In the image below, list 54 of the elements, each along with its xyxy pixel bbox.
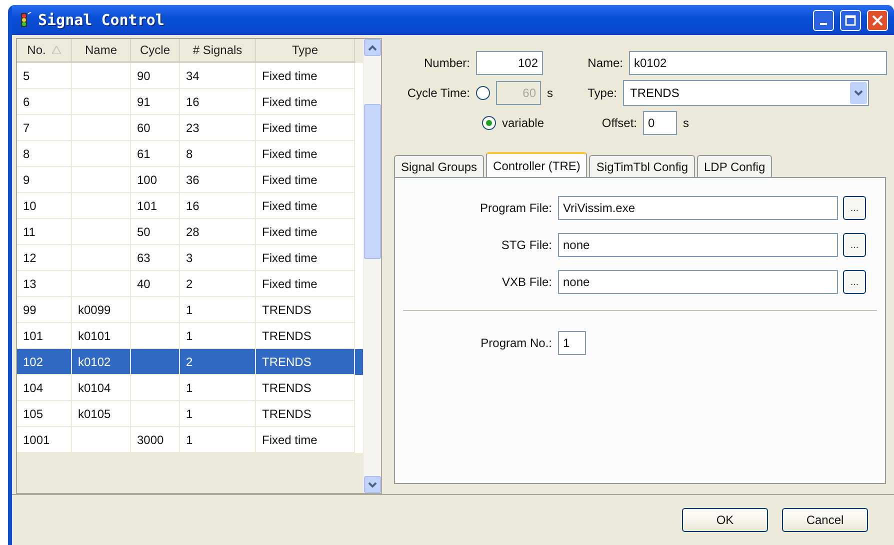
file-label: Program File: xyxy=(478,201,553,215)
program-number-field[interactable]: 1 xyxy=(558,331,586,355)
name-label: Name: xyxy=(586,56,624,70)
type-dropdown[interactable]: TRENDS xyxy=(623,80,869,106)
table-row[interactable]: 5 90 34 Fixed time xyxy=(17,63,363,89)
column-header[interactable]: Type xyxy=(256,39,355,63)
number-label: Number: xyxy=(422,56,471,70)
tab[interactable]: Controller (TRE) xyxy=(486,152,588,177)
file-field[interactable]: VriVissim.exe xyxy=(558,196,838,220)
browse-button[interactable]: ... xyxy=(843,270,866,294)
number-field[interactable]: 102 xyxy=(476,51,543,75)
table-row[interactable]: 104 k0104 1 TRENDS xyxy=(17,375,363,401)
tab[interactable]: LDP Config xyxy=(697,155,772,177)
table-cell: Fixed time xyxy=(256,427,355,453)
tab[interactable]: SigTimTbl Config xyxy=(589,155,695,177)
seconds-unit: s xyxy=(546,86,554,100)
ok-button[interactable]: OK xyxy=(682,508,768,532)
file-field[interactable]: none xyxy=(558,270,838,294)
table-row[interactable]: 99 k0099 1 TRENDS xyxy=(17,297,363,323)
offset-field[interactable]: 0 xyxy=(643,111,678,135)
table-row[interactable]: 10 101 16 Fixed time xyxy=(17,193,363,219)
tab[interactable]: Signal Groups xyxy=(394,155,484,177)
table-row[interactable]: 8 61 8 Fixed time xyxy=(17,141,363,167)
name-field[interactable]: k0102 xyxy=(629,51,887,75)
table-row[interactable]: 102 k0102 2 TRENDS xyxy=(17,349,363,375)
table-row[interactable]: 6 91 16 Fixed time xyxy=(17,89,363,115)
file-label: VXB File: xyxy=(500,275,553,289)
table-cell: 3000 xyxy=(131,427,180,453)
browse-button[interactable]: ... xyxy=(843,196,866,220)
table-row[interactable]: 13 40 2 Fixed time xyxy=(17,271,363,297)
table-row[interactable]: 11 50 28 Fixed time xyxy=(17,219,363,245)
cycle-time-label: Cycle Time: xyxy=(406,86,471,100)
file-field[interactable]: none xyxy=(558,233,838,257)
table-row[interactable]: 12 63 3 Fixed time xyxy=(17,245,363,271)
offset-label: Offset: xyxy=(600,116,638,130)
program-number-label: Program No.: xyxy=(480,336,553,350)
table-row[interactable]: 105 k0105 1 TRENDS xyxy=(17,401,363,427)
table-row[interactable]: 9 100 36 Fixed time xyxy=(17,167,363,193)
column-header[interactable]: # Signals xyxy=(180,39,256,63)
file-label: STG File: xyxy=(500,238,553,252)
table-cell: 1001 xyxy=(17,427,72,453)
type-label: Type: xyxy=(586,86,618,100)
table-row[interactable]: 1001 3000 1 Fixed time xyxy=(17,427,363,453)
seconds-unit: s xyxy=(682,116,690,130)
table-row[interactable]: 7 60 23 Fixed time xyxy=(17,115,363,141)
browse-button[interactable]: ... xyxy=(843,233,866,257)
column-header[interactable]: No. xyxy=(17,39,72,63)
window-title: Signal Control xyxy=(38,11,166,29)
cancel-button[interactable]: Cancel xyxy=(782,508,868,532)
column-header[interactable]: Cycle xyxy=(131,39,180,63)
column-header[interactable]: Name xyxy=(72,39,131,63)
variable-label: variable xyxy=(501,116,546,130)
table-row[interactable]: 101 k0101 1 TRENDS xyxy=(17,323,363,349)
table-cell: 1 xyxy=(180,427,256,453)
